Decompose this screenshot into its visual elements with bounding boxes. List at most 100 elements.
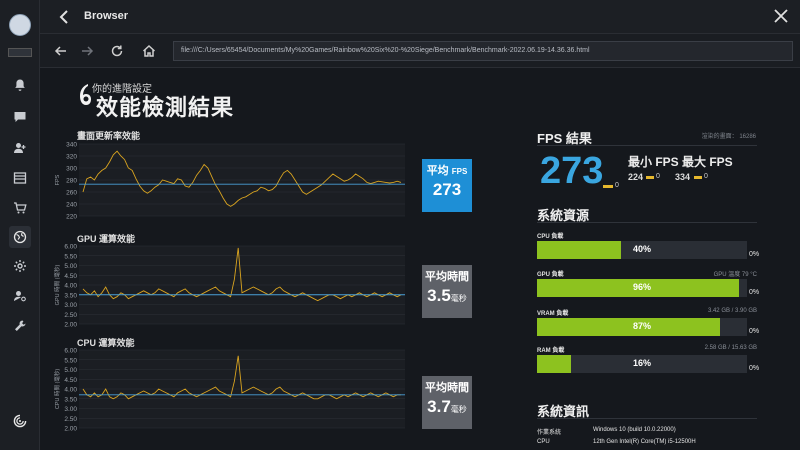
y-tick-label: 3.50 (64, 292, 77, 299)
title-bar: Browser (40, 0, 800, 34)
resource-percent: 16% (632, 358, 651, 368)
forward-arrow-icon[interactable] (78, 42, 96, 60)
frames-label: 渲染的畫面： (701, 134, 738, 140)
resource-zero: 0% (749, 365, 760, 372)
resource-percent: 96% (632, 282, 651, 292)
y-tick-label: 3.00 (64, 406, 77, 413)
sysinfo-cpu-value: 12th Gen Intel(R) Core(TM) i5-12500H (593, 439, 696, 445)
y-tick-label: 4.50 (64, 377, 77, 384)
url-input[interactable]: file:///C:/Users/65454/Documents/My%20Ga… (173, 41, 793, 61)
y-tick-label: 5.00 (64, 263, 77, 270)
ubisoft-logo-icon[interactable] (9, 410, 31, 432)
window-title: Browser (84, 10, 129, 22)
y-tick-label: 5.50 (64, 253, 77, 260)
max-low-value: 0 (704, 173, 708, 180)
avg-low-bar (603, 185, 613, 188)
y-axis-label: GPU 時間 (毫秒) (53, 265, 61, 306)
gpu-avg-unit: 毫秒 (450, 294, 467, 303)
cpu-line-chart: 6.00 5.50 5.00 4.50 4.00 3.50 3.00 2.50 2.00 CPU … (53, 348, 405, 433)
y-tick-label: 4.00 (64, 387, 77, 394)
resource-zero: 0% (749, 328, 760, 335)
cpu-avg-label: 平均時間 (425, 382, 469, 394)
y-tick-label: 4.00 (64, 283, 77, 290)
min-fps-value: 224 (628, 172, 644, 182)
divider (537, 222, 757, 223)
navigation-bar: file:///C:/Users/65454/Documents/My%20Ga… (40, 34, 800, 68)
refresh-icon[interactable] (108, 42, 126, 60)
resource-extra: 2.58 GB / 15.63 GB (704, 345, 757, 351)
y-tick-label: 3.00 (64, 302, 77, 309)
settings-gear-icon[interactable] (10, 256, 30, 276)
fps-avg-unit: FPS (451, 167, 468, 176)
left-sidebar (0, 0, 40, 450)
y-tick-label: 2.00 (64, 322, 77, 329)
results-panel: FPS 結果 渲染的畫面： 16286 273 0 最小 FPS 最大 FPS … (537, 68, 767, 450)
back-arrow-icon[interactable] (52, 42, 70, 60)
y-tick-label: 5.50 (64, 357, 77, 364)
y-axis-label: FPS (55, 174, 61, 185)
benchmark-page: 你的進階設定 效能檢測結果 畫面更新率效能 340 320 300 280 260 240… (40, 68, 800, 450)
min-fps-label: 最小 FPS (628, 155, 679, 169)
avatar[interactable] (9, 14, 31, 36)
frames-value: 16286 (739, 134, 756, 140)
resource-name: CPU 負載 (537, 234, 564, 240)
y-tick-label: 6.00 (64, 244, 77, 251)
wrench-icon[interactable] (10, 316, 30, 336)
y-tick-label: 3.50 (64, 396, 77, 403)
y-tick-label: 260 (66, 190, 77, 197)
max-fps-value: 334 (675, 172, 691, 182)
cpu-avg-unit: 毫秒 (450, 405, 467, 414)
chevron-left-icon[interactable] (56, 8, 74, 26)
y-tick-label: 5.00 (64, 367, 77, 374)
resource-extra: GPU 溫度 79 °C (713, 272, 757, 278)
account-settings-icon[interactable] (10, 286, 30, 306)
chat-icon[interactable] (10, 107, 30, 127)
gpu-average-box: 平均時間 3.5毫秒 (422, 265, 472, 318)
fps-line-chart: 340 320 300 280 260 240 220 FPS (55, 142, 405, 221)
y-tick-label: 280 (66, 178, 77, 185)
cart-icon[interactable] (10, 198, 30, 218)
y-tick-label: 6.00 (64, 348, 77, 355)
fps-average-big: 273 (540, 150, 604, 192)
min-low-bar (646, 176, 654, 179)
rainbow-six-logo-icon (77, 82, 93, 108)
friends-icon[interactable] (10, 138, 30, 158)
min-low-value: 0 (656, 173, 660, 180)
resource-name: VRAM 負載 (537, 311, 569, 317)
fps-avg-value: 273 (432, 180, 462, 199)
close-icon[interactable] (772, 7, 790, 25)
y-tick-label: 2.50 (64, 416, 77, 423)
resource-name: GPU 負載 (537, 272, 564, 278)
resource-zero: 0% (749, 289, 760, 296)
y-tick-label: 220 (66, 214, 77, 221)
max-fps-label: 最大 FPS (682, 155, 733, 169)
y-tick-label: 4.50 (64, 273, 77, 280)
bell-icon[interactable] (10, 75, 30, 95)
y-tick-label: 300 (66, 166, 77, 173)
gpu-avg-label: 平均時間 (425, 271, 469, 283)
page-title: 效能檢測結果 (96, 95, 235, 120)
resource-percent: 87% (632, 321, 651, 331)
library-icon[interactable] (10, 168, 30, 188)
sysinfo-cpu-key: CPU (537, 439, 550, 445)
fps-average-box: 平均 FPS 273 (422, 159, 472, 212)
avg-low-value: 0 (615, 182, 619, 189)
fps-avg-label: 平均 (426, 165, 449, 177)
y-tick-label: 2.50 (64, 312, 77, 319)
y-axis-label: CPU 時間 (毫秒) (53, 369, 61, 410)
sysinfo-os-value: Windows 10 (build 10.0.22000) (593, 427, 676, 433)
y-tick-label: 2.00 (64, 426, 77, 433)
resource-zero: 0% (749, 251, 760, 258)
gpu-line-chart: 6.00 5.50 5.00 4.50 4.00 3.50 3.00 2.50 2.00 GPU … (53, 244, 405, 329)
cpu-avg-value: 3.7 (427, 397, 451, 416)
y-tick-label: 340 (66, 142, 77, 149)
divider (537, 418, 757, 419)
home-icon[interactable] (140, 42, 158, 60)
gpu-avg-value: 3.5 (427, 286, 451, 305)
resource-name: RAM 負載 (537, 348, 565, 354)
cpu-average-box: 平均時間 3.7毫秒 (422, 376, 472, 429)
browser-globe-icon[interactable] (9, 226, 31, 248)
mini-thumbnail[interactable] (8, 48, 32, 57)
divider (537, 145, 757, 146)
frames-rendered: 渲染的畫面： 16286 (702, 131, 756, 140)
